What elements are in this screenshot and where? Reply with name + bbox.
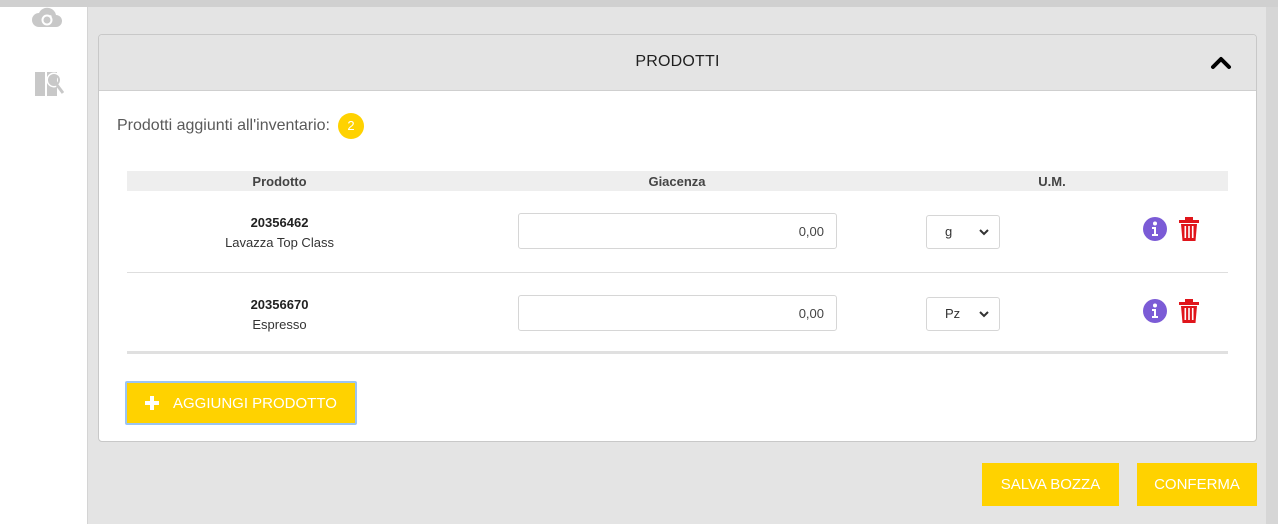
products-count-line: Prodotti aggiunti all'inventario: 2 bbox=[117, 113, 364, 139]
cloud-sync-icon[interactable] bbox=[30, 1, 64, 35]
product-name: Lavazza Top Class bbox=[225, 235, 334, 250]
product-code: 20356462 bbox=[250, 215, 309, 230]
top-bar bbox=[0, 0, 1278, 7]
panel-title: PRODOTTI bbox=[635, 53, 720, 70]
unit-select-value: Pz bbox=[945, 306, 961, 321]
products-panel: PRODOTTI Prodotti aggiunti all'inventari… bbox=[98, 34, 1257, 442]
sidebar bbox=[0, 7, 88, 524]
info-icon[interactable] bbox=[1143, 299, 1167, 323]
trash-icon[interactable] bbox=[1178, 298, 1200, 324]
unit-select[interactable]: g bbox=[926, 215, 1000, 249]
save-draft-button[interactable]: SALVA BOZZA bbox=[982, 463, 1119, 506]
product-name: Espresso bbox=[252, 317, 307, 332]
table-row: 20356670 Espresso Pz bbox=[127, 273, 1228, 354]
trash-icon[interactable] bbox=[1178, 216, 1200, 242]
keys-icon[interactable] bbox=[30, 67, 65, 101]
confirm-button[interactable]: CONFERMA bbox=[1137, 463, 1257, 506]
add-product-button[interactable]: AGGIUNGI PRODOTTO bbox=[125, 381, 357, 425]
info-icon[interactable] bbox=[1143, 217, 1167, 241]
header-product: Prodotto bbox=[252, 174, 307, 189]
table-row: 20356462 Lavazza Top Class g bbox=[127, 191, 1228, 273]
products-table: Prodotto Giacenza U.M. 20356462 Lavazza … bbox=[127, 171, 1228, 354]
products-count-label: Prodotti aggiunti all'inventario: bbox=[117, 117, 330, 134]
products-count-badge: 2 bbox=[337, 113, 364, 139]
chevron-down-icon bbox=[979, 229, 989, 236]
unit-select-value: g bbox=[945, 224, 953, 239]
chevron-up-icon[interactable] bbox=[1210, 53, 1232, 71]
stock-input[interactable] bbox=[518, 213, 837, 249]
header-stock: Giacenza bbox=[648, 174, 706, 189]
right-edge bbox=[1266, 7, 1278, 524]
add-product-label: AGGIUNGI PRODOTTO bbox=[173, 394, 337, 412]
product-code: 20356670 bbox=[250, 297, 309, 312]
panel-header[interactable]: PRODOTTI bbox=[99, 35, 1256, 91]
product-cell: 20356670 Espresso bbox=[127, 295, 432, 335]
plus-icon bbox=[145, 396, 159, 410]
stock-input[interactable] bbox=[518, 295, 837, 331]
header-unit: U.M. bbox=[1038, 174, 1066, 189]
table-header: Prodotto Giacenza U.M. bbox=[127, 171, 1228, 191]
unit-select[interactable]: Pz bbox=[926, 297, 1000, 331]
chevron-down-icon bbox=[979, 311, 989, 318]
product-cell: 20356462 Lavazza Top Class bbox=[127, 213, 432, 253]
